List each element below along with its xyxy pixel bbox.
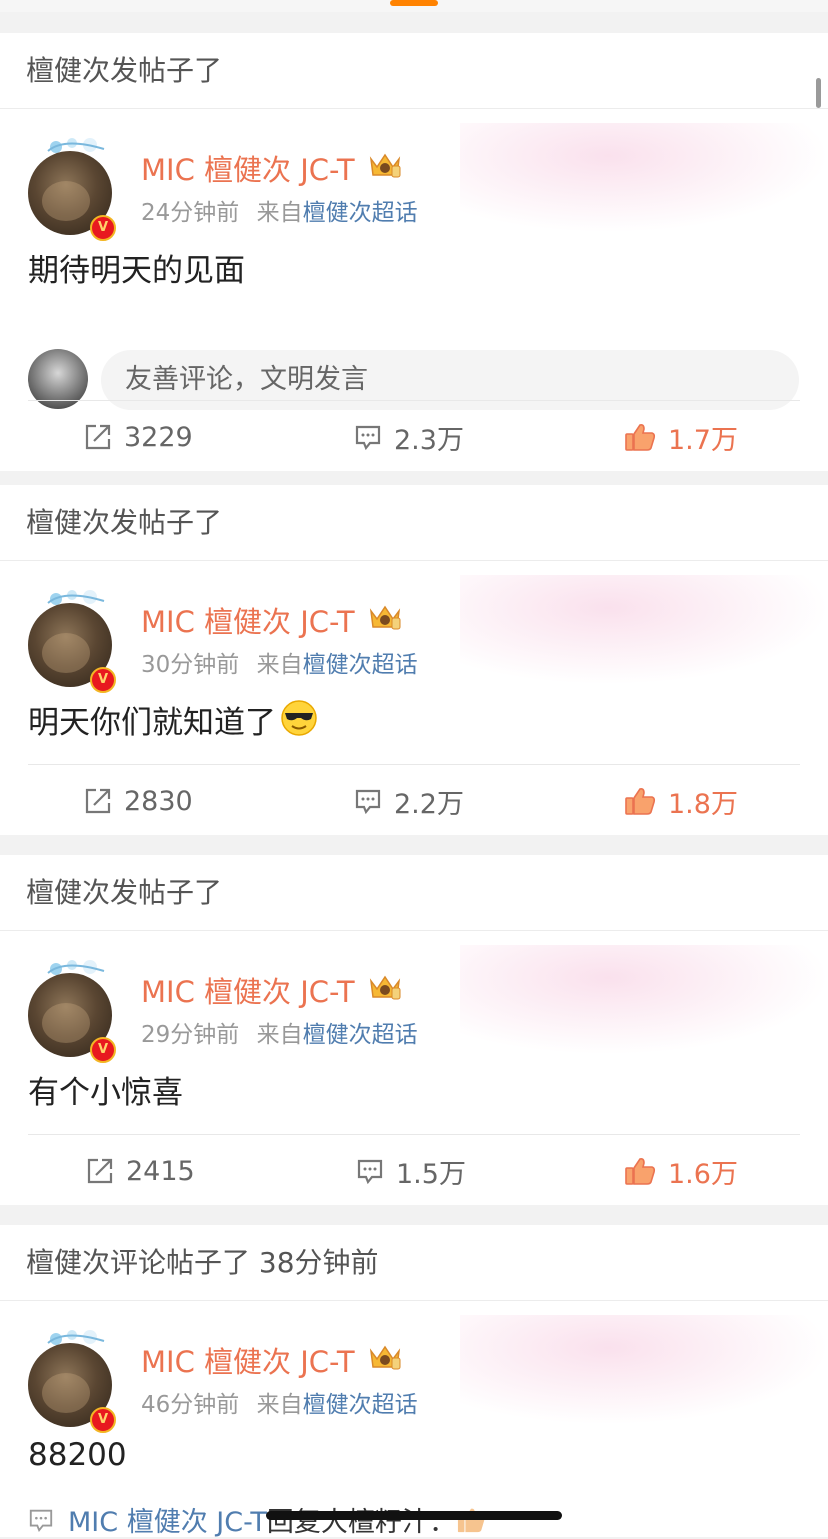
post-text: 明天你们就知道了 (28, 705, 276, 741)
thumbs-up-icon (625, 788, 656, 815)
source-link[interactable]: 檀健次超话 (303, 652, 418, 678)
post-time: 30分钟前 (141, 652, 240, 678)
verified-badge-icon: V (90, 1037, 116, 1063)
author-name[interactable]: MIC 檀健次 JC-T (141, 969, 355, 1011)
like-count: 1.6万 (668, 1158, 738, 1190)
card-decoration (460, 945, 828, 1055)
comment-count: 1.5万 (396, 1158, 466, 1190)
comment-count: 2.2万 (394, 788, 464, 820)
post-text: 有个小惊喜 (28, 1075, 183, 1111)
action-bar: 2830 2.2万 1.8万 (28, 764, 800, 835)
card-decoration (460, 1315, 828, 1425)
scrollbar[interactable] (816, 78, 821, 108)
sunglasses-emoji-icon (281, 700, 317, 736)
author-avatar[interactable]: V (28, 959, 118, 1063)
repost-icon (85, 424, 111, 450)
repost-button[interactable]: 3229 (84, 401, 193, 471)
post-header: 檀健次发帖子了 (0, 33, 828, 109)
thumbs-up-icon (625, 1158, 656, 1185)
comment-icon (357, 1159, 383, 1185)
repost-icon (85, 788, 111, 814)
post-time: 46分钟前 (141, 1392, 240, 1418)
comment-icon (29, 1509, 53, 1532)
tab-indicator (390, 0, 438, 6)
like-button[interactable]: 1.6万 (624, 1135, 738, 1205)
post-text: 期待明天的见面 (28, 253, 245, 289)
repost-icon (87, 1158, 113, 1184)
source-link[interactable]: 檀健次超话 (303, 1392, 418, 1418)
home-indicator[interactable] (266, 1511, 562, 1520)
post-meta: 30分钟前 来自檀健次超话 (141, 645, 418, 679)
comment-icon (355, 789, 381, 815)
fan-badge-icon[interactable] (367, 971, 403, 1003)
comment-icon (355, 425, 381, 451)
source-link[interactable]: 檀健次超话 (303, 1022, 418, 1048)
source-prefix: 来自 (256, 1022, 303, 1048)
author-avatar[interactable]: V (28, 1329, 118, 1433)
post-card[interactable]: 檀健次评论帖子了 38分钟前 V MIC 檀健次 JC-T 46分钟前 来自檀健… (0, 1225, 828, 1537)
author-name[interactable]: MIC 檀健次 JC-T (141, 1339, 355, 1381)
author-avatar[interactable]: V (28, 137, 118, 241)
repost-button[interactable]: 2830 (84, 765, 193, 835)
like-count: 1.7万 (668, 424, 738, 456)
post-card[interactable]: 檀健次发帖子了 V MIC 檀健次 JC-T 29分钟前 来自檀健次超话 有个小… (0, 855, 828, 1205)
post-card[interactable]: 檀健次发帖子了 V MIC 檀健次 JC-T 24分钟前 来自檀健次超话 期待明… (0, 33, 828, 471)
source-prefix: 来自 (256, 1392, 303, 1418)
post-meta: 46分钟前 来自檀健次超话 (141, 1385, 418, 1419)
action-bar: 2415 1.5万 1.6万 (28, 1134, 800, 1205)
post-meta: 29分钟前 来自檀健次超话 (141, 1015, 418, 1049)
comment-button[interactable]: 2.3万 (354, 401, 464, 471)
action-bar: 3229 2.3万 1.7万 (28, 400, 800, 471)
card-decoration (460, 575, 828, 685)
post-header: 檀健次发帖子了 (0, 855, 828, 931)
thumbs-up-icon (625, 424, 656, 451)
post-time: 29分钟前 (141, 1022, 240, 1048)
post-time: 24分钟前 (141, 200, 240, 226)
post-card[interactable]: 檀健次发帖子了 V MIC 檀健次 JC-T 30分钟前 来自檀健次超话 明天你… (0, 485, 828, 835)
source-prefix: 来自 (256, 652, 303, 678)
post-header: 檀健次发帖子了 (0, 485, 828, 561)
like-button[interactable]: 1.8万 (624, 765, 738, 835)
post-text: 88200 (28, 1437, 127, 1473)
repost-button[interactable]: 2415 (86, 1135, 195, 1205)
author-name[interactable]: MIC 檀健次 JC-T (141, 147, 355, 189)
comment-button[interactable]: 1.5万 (356, 1135, 466, 1205)
like-button[interactable]: 1.7万 (624, 401, 738, 471)
fan-badge-icon[interactable] (367, 601, 403, 633)
like-count: 1.8万 (668, 788, 738, 820)
reply-author[interactable]: MIC 檀健次 JC-T (68, 1500, 267, 1539)
post-header: 檀健次评论帖子了 38分钟前 (0, 1225, 828, 1301)
post-text-line: 明天你们就知道了 (28, 697, 318, 742)
verified-badge-icon: V (90, 215, 116, 241)
author-name[interactable]: MIC 檀健次 JC-T (141, 599, 355, 641)
verified-badge-icon: V (90, 667, 116, 693)
repost-count: 2830 (124, 785, 193, 817)
fan-badge-icon[interactable] (367, 149, 403, 181)
fan-badge-icon[interactable] (367, 1341, 403, 1373)
comment-button[interactable]: 2.2万 (354, 765, 464, 835)
author-avatar[interactable]: V (28, 589, 118, 693)
comment-count: 2.3万 (394, 424, 464, 456)
verified-badge-icon: V (90, 1407, 116, 1433)
source-link[interactable]: 檀健次超话 (303, 200, 418, 226)
repost-count: 3229 (124, 421, 193, 453)
card-decoration (460, 123, 828, 233)
repost-count: 2415 (126, 1155, 195, 1187)
post-meta: 24分钟前 来自檀健次超话 (141, 193, 418, 227)
source-prefix: 来自 (256, 200, 303, 226)
